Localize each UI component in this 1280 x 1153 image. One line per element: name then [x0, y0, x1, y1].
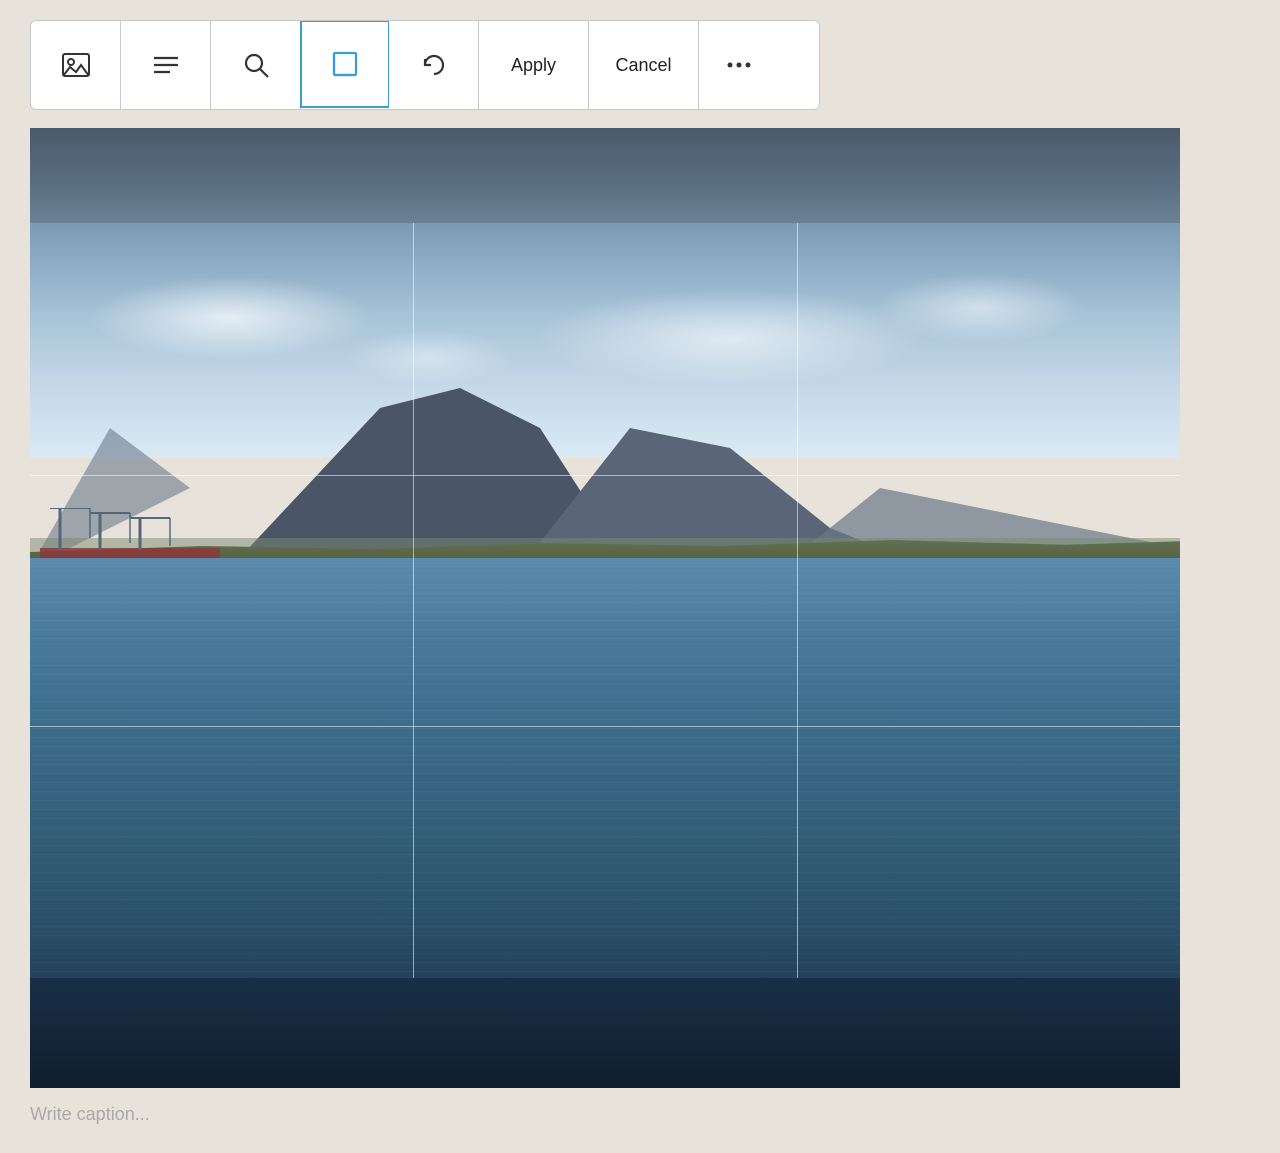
image-tool-button[interactable]	[31, 21, 121, 109]
cancel-button[interactable]: Cancel	[589, 21, 699, 109]
more-icon	[723, 49, 755, 81]
rotate-icon	[418, 49, 450, 81]
crop-tool-button[interactable]	[300, 20, 390, 108]
apply-button[interactable]: Apply	[479, 21, 589, 109]
image-toolbar: Apply Cancel	[30, 20, 820, 110]
search-icon	[240, 49, 272, 81]
image-icon	[60, 49, 92, 81]
text-icon	[150, 49, 182, 81]
search-tool-button[interactable]	[211, 21, 301, 109]
image-editor: Write caption...	[30, 128, 1180, 1133]
more-options-button[interactable]	[699, 21, 779, 109]
caption-area: Write caption...	[30, 1088, 1180, 1133]
image-sky-top	[30, 128, 1180, 223]
image-canvas	[30, 128, 1180, 1088]
image-bottom	[30, 978, 1180, 1088]
text-tool-button[interactable]	[121, 21, 211, 109]
rotate-tool-button[interactable]	[389, 21, 479, 109]
caption-placeholder[interactable]: Write caption...	[30, 1104, 150, 1124]
crop-icon	[329, 48, 361, 80]
